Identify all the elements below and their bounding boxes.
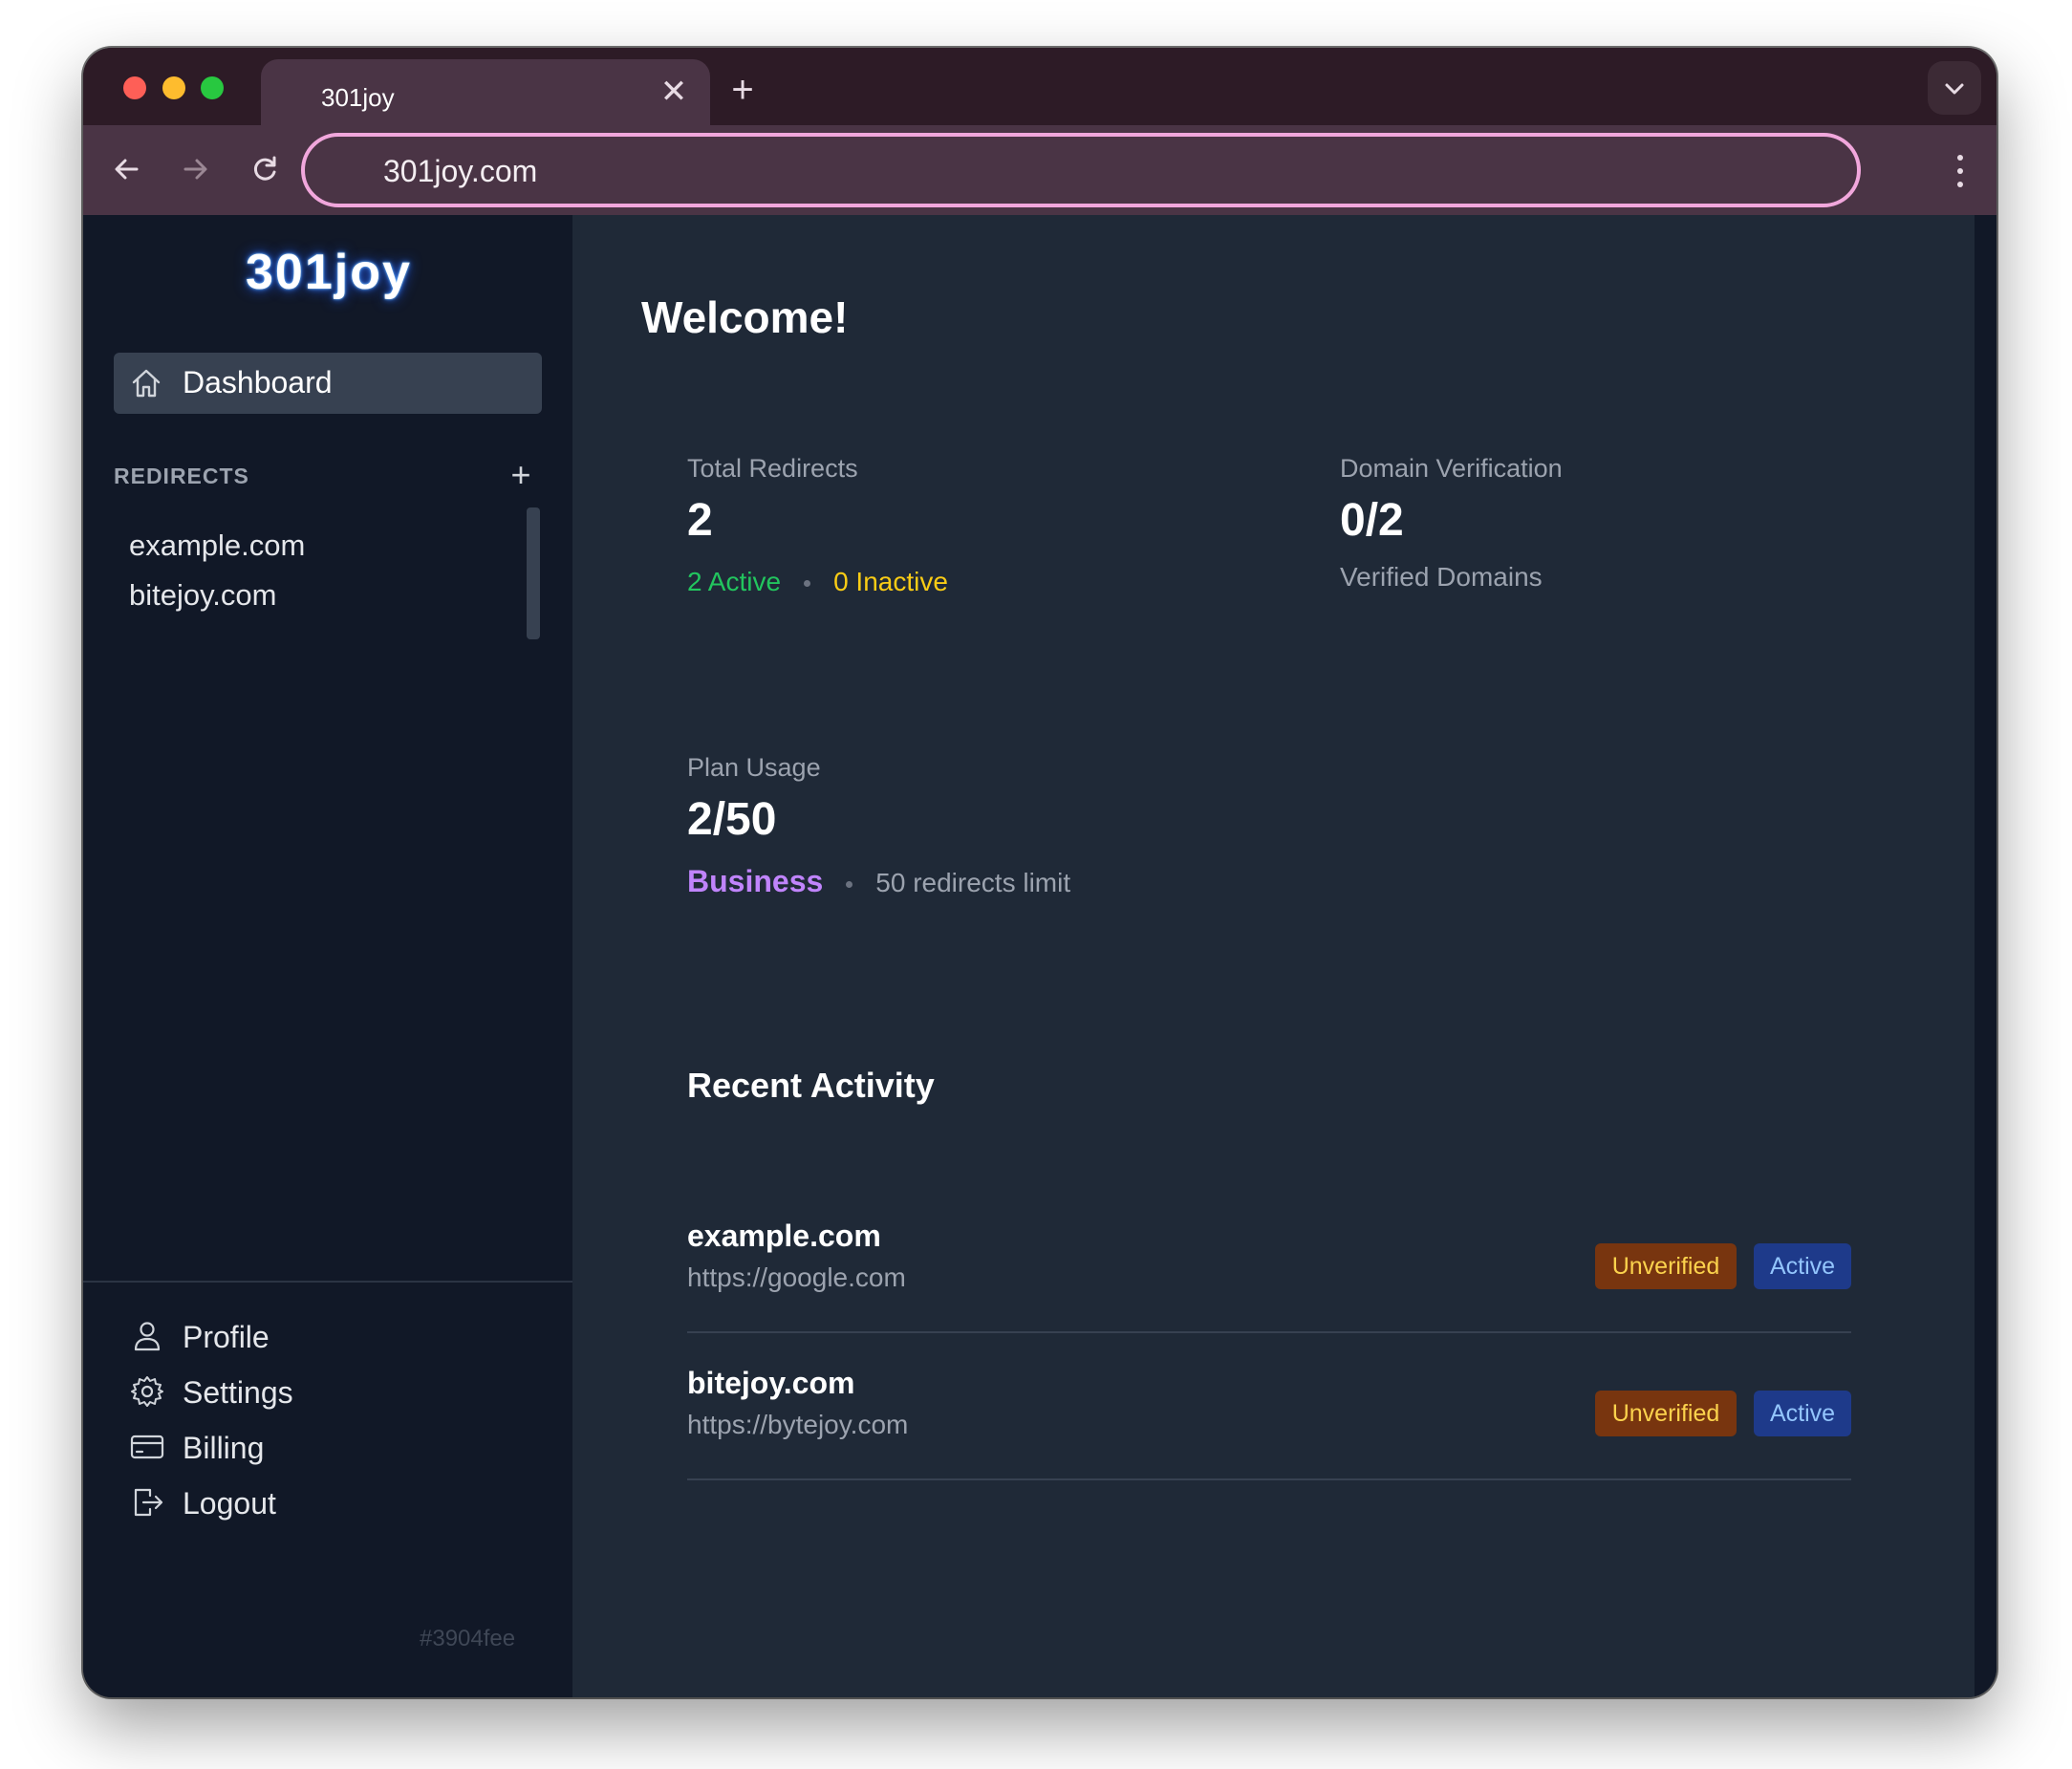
plan-summary: Business 50 redirects limit <box>687 864 1070 899</box>
browser-toolbar: 301joy.com <box>83 125 1996 215</box>
gear-icon <box>131 1376 163 1407</box>
close-window-button[interactable] <box>123 76 146 99</box>
domain-verification-label: Domain Verification <box>1340 454 1563 483</box>
tab-close-icon[interactable]: ✕ <box>655 73 693 111</box>
tab-list-button[interactable] <box>1928 61 1981 115</box>
maximize-window-button[interactable] <box>201 76 224 99</box>
browser-tab[interactable]: 301joy ✕ <box>261 59 710 125</box>
sidebar-item-label: Dashboard <box>183 365 333 399</box>
plan-name: Business <box>687 864 824 898</box>
separator-dot <box>804 580 811 588</box>
inactive-count: 0 Inactive <box>833 567 948 596</box>
activity-row[interactable]: example.com https://google.com Unverifie… <box>687 1219 1851 1333</box>
browser-titlebar: 301joy ✕ + <box>83 48 1996 125</box>
total-redirects-value: 2 <box>687 495 713 546</box>
user-icon <box>134 1322 161 1351</box>
build-hash: #3904fee <box>420 1626 516 1651</box>
more-vertical-icon <box>1957 155 1963 187</box>
back-button[interactable] <box>104 146 150 192</box>
new-tab-button[interactable]: + <box>722 69 764 111</box>
sidebar-redirect-item[interactable]: example.com <box>129 529 305 563</box>
activity-target-url: https://google.com <box>687 1262 906 1292</box>
browser-window: 301joy ✕ + 301joy.com 301joy Dashboard R… <box>83 48 1996 1697</box>
address-bar[interactable]: 301joy.com <box>301 133 1861 207</box>
sidebar-item-label: Profile <box>183 1320 270 1354</box>
reload-button[interactable] <box>242 146 288 192</box>
chevron-down-icon <box>1945 83 1964 95</box>
unverified-badge: Unverified <box>1595 1243 1737 1289</box>
sidebar-divider <box>83 1281 572 1283</box>
browser-menu-button[interactable] <box>1953 150 1968 192</box>
sidebar: 301joy Dashboard REDIRECTS + example.com… <box>83 215 572 1697</box>
plan-limit: 50 redirects limit <box>875 868 1071 897</box>
arrow-left-icon <box>115 159 139 180</box>
credit-card-icon <box>130 1435 164 1459</box>
address-url: 301joy.com <box>383 154 538 188</box>
recent-activity-title: Recent Activity <box>687 1066 935 1105</box>
sidebar-item-label: Settings <box>183 1375 293 1410</box>
home-icon <box>132 369 161 398</box>
redirects-section-header: REDIRECTS <box>114 464 249 488</box>
reload-icon <box>253 156 276 181</box>
sidebar-item-label: Billing <box>183 1431 265 1465</box>
activity-domain: bitejoy.com <box>687 1366 855 1400</box>
sidebar-item-dashboard[interactable]: Dashboard <box>114 353 542 414</box>
domain-verification-value: 0/2 <box>1340 495 1404 546</box>
minimize-window-button[interactable] <box>162 76 185 99</box>
activity-row[interactable]: bitejoy.com https://bytejoy.com Unverifi… <box>687 1366 1851 1480</box>
active-count: 2 Active <box>687 567 782 596</box>
sidebar-redirect-item[interactable]: bitejoy.com <box>129 578 277 613</box>
arrow-right-icon <box>183 159 207 180</box>
page-scroll-gutter <box>1975 215 1996 1697</box>
redirects-scrollbar[interactable] <box>527 507 540 639</box>
unverified-badge: Unverified <box>1595 1391 1737 1436</box>
total-redirects-label: Total Redirects <box>687 454 858 483</box>
separator-dot <box>846 881 853 889</box>
page-title: Welcome! <box>641 292 849 342</box>
active-badge: Active <box>1754 1243 1851 1289</box>
logout-icon <box>134 1488 163 1517</box>
activity-domain: example.com <box>687 1219 881 1253</box>
main-content: Welcome! Total Redirects 2 2 Active 0 Ina… <box>572 215 1975 1697</box>
verified-domains-label: Verified Domains <box>1340 562 1543 592</box>
tab-title: 301joy <box>321 83 395 112</box>
sidebar-item-label: Logout <box>183 1486 276 1521</box>
forward-button[interactable] <box>172 146 218 192</box>
active-badge: Active <box>1754 1391 1851 1436</box>
redirect-status-summary: 2 Active 0 Inactive <box>687 567 948 597</box>
add-redirect-button[interactable]: + <box>504 458 538 492</box>
app-logo[interactable]: 301joy <box>246 244 418 311</box>
plan-usage-label: Plan Usage <box>687 753 821 782</box>
plan-usage-value: 2/50 <box>687 794 777 845</box>
activity-target-url: https://bytejoy.com <box>687 1410 909 1439</box>
